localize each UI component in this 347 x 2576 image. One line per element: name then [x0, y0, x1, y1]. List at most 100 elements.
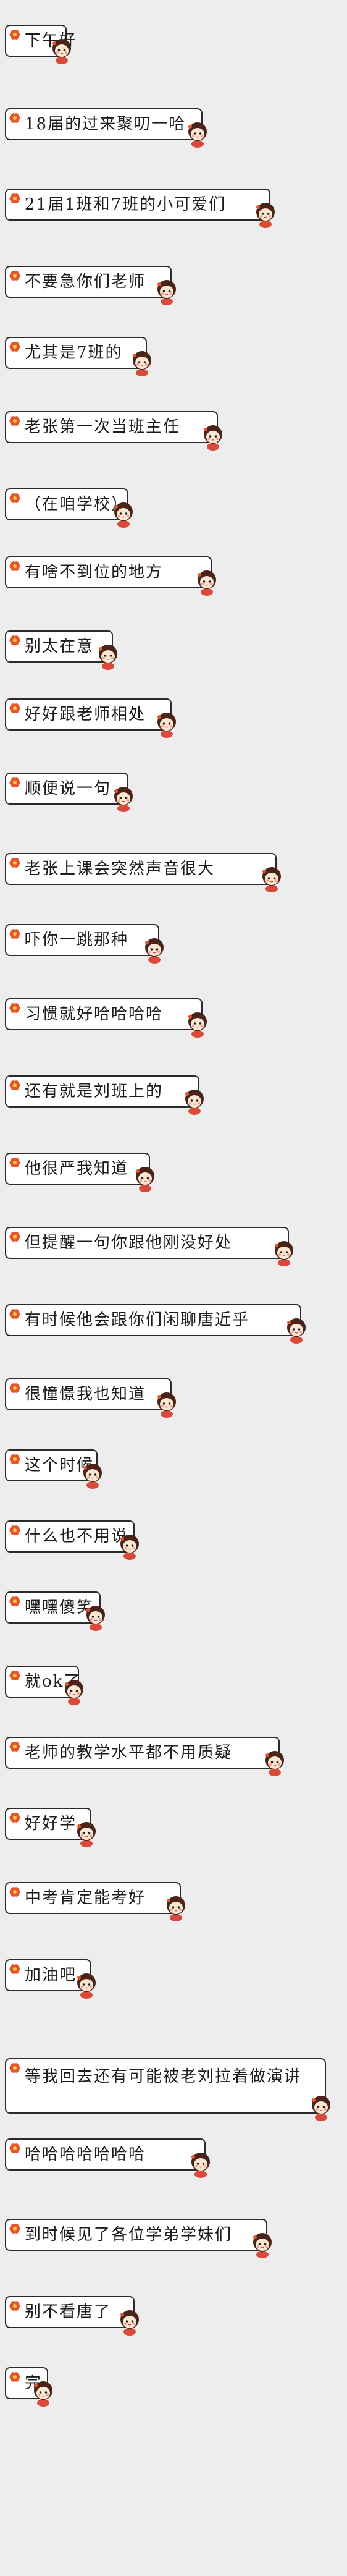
message-bubble[interactable]: 好好跟老师相处 [5, 698, 176, 738]
orange-flower-icon [9, 342, 20, 352]
message-bubble[interactable]: 到时候见了各位学弟学妹们 [5, 2219, 272, 2258]
orange-flower-icon [9, 2372, 20, 2382]
message-text: 21届1班和7班的小可爱们 [25, 195, 227, 214]
orange-flower-icon [9, 271, 20, 281]
cartoon-girl-sticker-icon [287, 1318, 306, 1344]
message-bubble[interactable]: 好好学 [5, 1808, 96, 1847]
message-text: 吓你一跳那种 [25, 931, 129, 949]
message-bubble[interactable]: 等我回去还有可能被老刘拉着做演讲 [5, 2058, 330, 2121]
message-text: 什么也不用说 [25, 1527, 129, 1546]
orange-flower-icon [9, 1232, 20, 1242]
orange-flower-icon [9, 1671, 20, 1680]
message-bubble[interactable]: 别太在意 [5, 630, 117, 670]
message-text: 18届的过来聚叨一哈 [25, 115, 186, 133]
message-text: 好好学 [25, 1815, 77, 1833]
message-bubble[interactable]: 下午好 [5, 25, 75, 64]
cartoon-girl-sticker-icon [145, 938, 164, 964]
orange-flower-icon [9, 1596, 20, 1606]
message-bubble[interactable]: 但提醒一句你跟他刚没好处 [5, 1227, 293, 1266]
cartoon-girl-sticker-icon [52, 39, 71, 64]
orange-flower-icon [9, 703, 20, 713]
cartoon-girl-sticker-icon [262, 867, 281, 892]
cartoon-girl-sticker-icon [157, 1392, 176, 1418]
cartoon-girl-sticker-icon [198, 570, 216, 596]
message-bubble[interactable]: 他很严我知道 [5, 1153, 154, 1192]
cartoon-girl-sticker-icon [157, 280, 176, 305]
message-bubble[interactable]: 别不看唐了 [5, 2296, 139, 2336]
orange-flower-icon [9, 858, 20, 868]
message-text: 中考肯定能考好 [25, 1889, 146, 1907]
message-bubble[interactable]: 有啥不到位的地方 [5, 556, 216, 596]
orange-flower-icon [9, 1383, 20, 1393]
message-bubble[interactable]: 完 [5, 2367, 52, 2407]
orange-flower-icon [9, 929, 20, 939]
message-bubble[interactable]: 习惯就好哈哈哈哈 [5, 998, 207, 1038]
message-text: 别不看唐了 [25, 2303, 112, 2321]
message-bubble[interactable]: 加油吧 [5, 1959, 96, 1999]
cartoon-girl-sticker-icon [65, 1680, 83, 1705]
message-text: 哈哈哈哈哈哈哈 [25, 2145, 146, 2164]
cartoon-girl-sticker-icon [120, 2310, 139, 2336]
orange-flower-icon [9, 30, 20, 40]
cartoon-girl-sticker-icon [265, 1751, 284, 1776]
message-bubble[interactable]: 哈哈哈哈哈哈哈 [5, 2138, 210, 2178]
message-bubble[interactable]: 什么也不用说 [5, 1520, 139, 1560]
message-bubble[interactable]: 老师的教学水平都不用质疑 [5, 1737, 284, 1776]
message-text: 老张第一次当班主任 [25, 418, 181, 436]
cartoon-girl-sticker-icon [114, 502, 133, 528]
message-text: 到时候见了各位学弟学妹们 [25, 2226, 233, 2244]
message-text: 有啥不到位的地方 [25, 563, 164, 582]
message-text: 习惯就好哈哈哈哈 [25, 1005, 164, 1023]
orange-flower-icon [9, 1525, 20, 1535]
orange-flower-icon [9, 2143, 20, 2153]
cartoon-girl-sticker-icon [99, 645, 117, 670]
cartoon-girl-sticker-icon [136, 1167, 154, 1192]
message-bubble[interactable]: 吓你一跳那种 [5, 924, 164, 964]
orange-flower-icon [9, 1454, 20, 1464]
message-bubble[interactable]: 就ok了 [5, 1666, 83, 1705]
orange-flower-icon [9, 2301, 20, 2311]
message-bubble[interactable]: 中考肯定能考好 [5, 1882, 185, 1921]
message-bubble[interactable]: 嘿嘿傻笑 [5, 1591, 105, 1631]
message-text: 老张上课会突然声音很大 [25, 860, 215, 878]
orange-flower-icon [9, 113, 20, 123]
message-bubble[interactable]: 还有就是刘班上的 [5, 1075, 204, 1115]
orange-flower-icon [9, 1813, 20, 1823]
message-text: 别太在意 [25, 637, 94, 656]
message-bubble[interactable]: 有时候他会跟你们闲聊唐近乎 [5, 1304, 306, 1344]
message-text: 有时候他会跟你们闲聊唐近乎 [25, 1311, 250, 1329]
message-bubble[interactable]: 这个时候 [5, 1449, 102, 1489]
message-text: 尤其是7班的 [25, 344, 123, 362]
message-bubble[interactable]: 老张上课会突然声音很大 [5, 853, 281, 892]
message-bubble[interactable]: 很憧憬我也知道 [5, 1378, 176, 1418]
cartoon-girl-sticker-icon [188, 122, 207, 148]
message-text: 但提醒一句你跟他刚没好处 [25, 1234, 233, 1252]
message-bubble[interactable]: 顺便说一句 [5, 773, 133, 812]
cartoon-girl-sticker-icon [256, 203, 275, 228]
cartoon-girl-sticker-icon [253, 2233, 272, 2258]
orange-flower-icon [9, 1887, 20, 1897]
message-bubble[interactable]: 老张第一次当班主任 [5, 411, 222, 451]
message-bubble[interactable]: 18届的过来聚叨一哈 [5, 108, 207, 148]
message-bubble[interactable]: 不要急你们老师 [5, 266, 176, 305]
message-bubble[interactable]: 尤其是7班的 [5, 337, 151, 376]
message-text: 他很严我知道 [25, 1159, 129, 1178]
message-text: 不要急你们老师 [25, 273, 146, 291]
message-bubble[interactable]: 21届1班和7班的小可爱们 [5, 189, 275, 228]
cartoon-girl-sticker-icon [83, 1464, 102, 1489]
cartoon-girl-sticker-icon [133, 351, 151, 376]
orange-flower-icon [9, 1003, 20, 1013]
cartoon-girl-sticker-icon [191, 2153, 210, 2178]
cartoon-girl-sticker-icon [167, 1896, 185, 1921]
message-text: 顺便说一句 [25, 779, 112, 798]
cartoon-girl-sticker-icon [157, 713, 176, 738]
orange-flower-icon [9, 1158, 20, 1167]
orange-flower-icon [9, 193, 20, 203]
orange-flower-icon [9, 561, 20, 571]
chat-message-list[interactable]: 下午好 18届的过来聚叨一哈 21届1班和7班的小可爱们 不要急你们老师 尤其是7班的老… [0, 0, 347, 2576]
orange-flower-icon [9, 635, 20, 645]
orange-flower-icon [9, 1309, 20, 1319]
orange-flower-icon [9, 1080, 20, 1090]
message-bubble[interactable]: （在咱学校） [5, 488, 133, 528]
orange-flower-icon [9, 1964, 20, 1974]
